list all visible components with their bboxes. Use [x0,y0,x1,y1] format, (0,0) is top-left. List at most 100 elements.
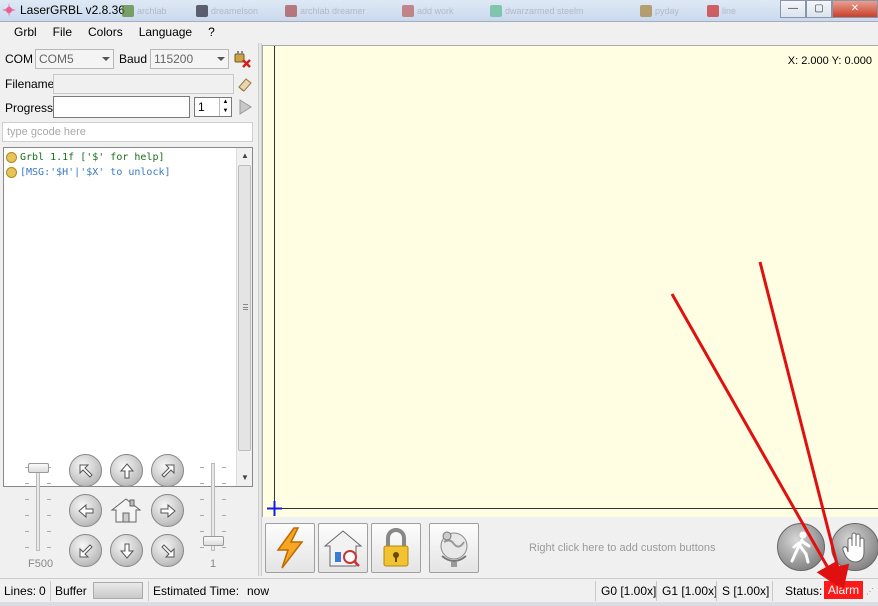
window-title: LaserGRBL v2.8.36 [20,3,125,17]
progress-label: Progress [5,101,54,115]
background-task: archlab dreamer [285,4,366,18]
y-axis-line [274,46,275,509]
background-task: archlab [122,4,167,18]
maximize-button[interactable]: ▢ [806,0,832,18]
play-icon[interactable] [238,99,252,115]
jog-mode-button[interactable] [777,523,825,571]
jog-down-left-button[interactable] [69,534,102,567]
stop-button[interactable] [831,523,878,571]
title-bar: LaserGRBL v2.8.36 archlab dreamelson arc… [0,0,878,22]
jog-down-button[interactable] [110,534,143,567]
com-port-select[interactable]: COM5 [35,49,114,69]
estimated-time-value: now [247,584,270,598]
scroll-thumb[interactable] [238,165,251,451]
home-icon [110,498,142,523]
scroll-down-arrow-icon[interactable]: ▼ [237,470,252,486]
x-axis-line [274,508,878,509]
jog-up-left-button[interactable] [69,454,102,487]
background-task: line [707,4,736,18]
console-scrollbar[interactable]: ▲ ▼ [236,148,252,486]
background-task: dreamelson [196,4,258,18]
step-slider-thumb[interactable] [203,536,224,546]
background-task: pyday [640,4,679,18]
unlock-button[interactable] [371,523,421,573]
window-controls: — ▢ ✕ [780,0,878,18]
g1-override[interactable]: G1 [1.00x] [662,584,717,598]
arrow-up-icon [119,462,134,478]
eraser-icon[interactable] [236,75,254,93]
speed-slider-thumb[interactable] [28,463,49,473]
filename-label: Filename [5,77,55,91]
jog-up-right-button[interactable] [151,454,184,487]
bottom-toolbar: Right click here to add custom buttons [262,517,878,577]
origin-cross-icon [267,501,282,516]
arrow-down-right-icon [160,543,174,557]
baud-label: Baud [119,52,148,66]
menu-file[interactable]: File [47,22,78,43]
preview-canvas[interactable]: X: 2.000 Y: 0.000 [262,45,878,517]
jog-step-label: 1 [210,558,217,570]
lines-count: 0 [39,584,46,598]
info-icon [6,151,17,163]
minimize-button[interactable]: — [780,0,806,18]
arrow-up-left-icon [79,464,93,478]
custom-buttons-hint[interactable]: Right click here to add custom buttons [529,542,715,554]
status-badge: Alarm [824,581,863,599]
arrow-down-left-icon [79,543,93,557]
close-button[interactable]: ✕ [832,0,878,18]
jog-home-button[interactable] [109,496,143,524]
console-line-text: Grbl 1.1f ['$' for help] [20,151,165,163]
window-bottom-edge [0,602,878,606]
buffer-label: Buffer [55,584,87,598]
jog-down-right-button[interactable] [151,534,184,567]
homing-house-icon [323,530,363,567]
info-icon [6,166,17,178]
left-panel: COM COM5 Baud 115200 Filename Progress 1… [0,43,258,576]
console-line-text: [MSG:'$H'|'$X' to unlock] [20,166,171,178]
g0-override[interactable]: G0 [1.00x] [601,584,656,598]
arrow-down-icon [119,543,134,559]
reset-lightning-icon [276,527,304,569]
status-bar: Lines: 0 Buffer Estimated Time: now G0 [… [0,578,878,602]
buffer-meter [93,582,143,599]
coordinates-readout: X: 2.000 Y: 0.000 [787,55,872,67]
menu-bar: Grbl File Colors Language ? [0,22,878,43]
status-label: Status: [785,584,823,598]
progress-bar [53,96,190,118]
homing-button[interactable] [318,523,368,573]
estimated-time-label: Estimated Time: [153,584,240,598]
laser-icon [2,3,16,17]
background-task: add work [402,4,454,18]
arrow-right-icon [160,503,176,518]
passes-stepper[interactable]: 1 ▲ ▼ [194,97,232,117]
jog-right-button[interactable] [151,494,184,527]
menu-colors[interactable]: Colors [82,22,129,43]
stop-hand-icon [842,532,865,563]
lines-label: Lines: [4,584,37,598]
arrow-left-icon [77,503,93,518]
globe-pin-icon [440,531,468,567]
jog-left-button[interactable] [69,494,102,527]
menu-help[interactable]: ? [202,22,221,43]
unlock-padlock-icon [383,528,409,567]
console-line: Grbl 1.1f ['$' for help] [6,150,165,164]
arrow-up-right-icon [160,464,174,478]
background-task: dwarzarmed steelm [490,4,584,18]
resize-grip-icon[interactable]: ⋰ [866,587,874,596]
menu-language[interactable]: Language [133,22,198,43]
s-override[interactable]: S [1.00x] [722,584,769,598]
console-log: Grbl 1.1f ['$' for help] [MSG:'$H'|'$X' … [3,147,253,487]
reset-button[interactable] [265,523,315,573]
jog-up-button[interactable] [110,454,143,487]
disconnect-plug-icon[interactable] [232,49,252,69]
console-line: [MSG:'$H'|'$X' to unlock] [6,165,171,179]
scroll-up-arrow-icon[interactable]: ▲ [237,148,252,164]
menu-grbl[interactable]: Grbl [8,22,43,43]
com-label: COM [5,52,33,66]
gcode-input[interactable] [2,122,253,142]
jog-speed-label: F500 [28,558,54,570]
walk-icon [790,531,811,564]
baud-rate-select[interactable]: 115200 [150,49,229,69]
filename-field [53,74,234,94]
set-origin-button[interactable] [429,523,479,573]
